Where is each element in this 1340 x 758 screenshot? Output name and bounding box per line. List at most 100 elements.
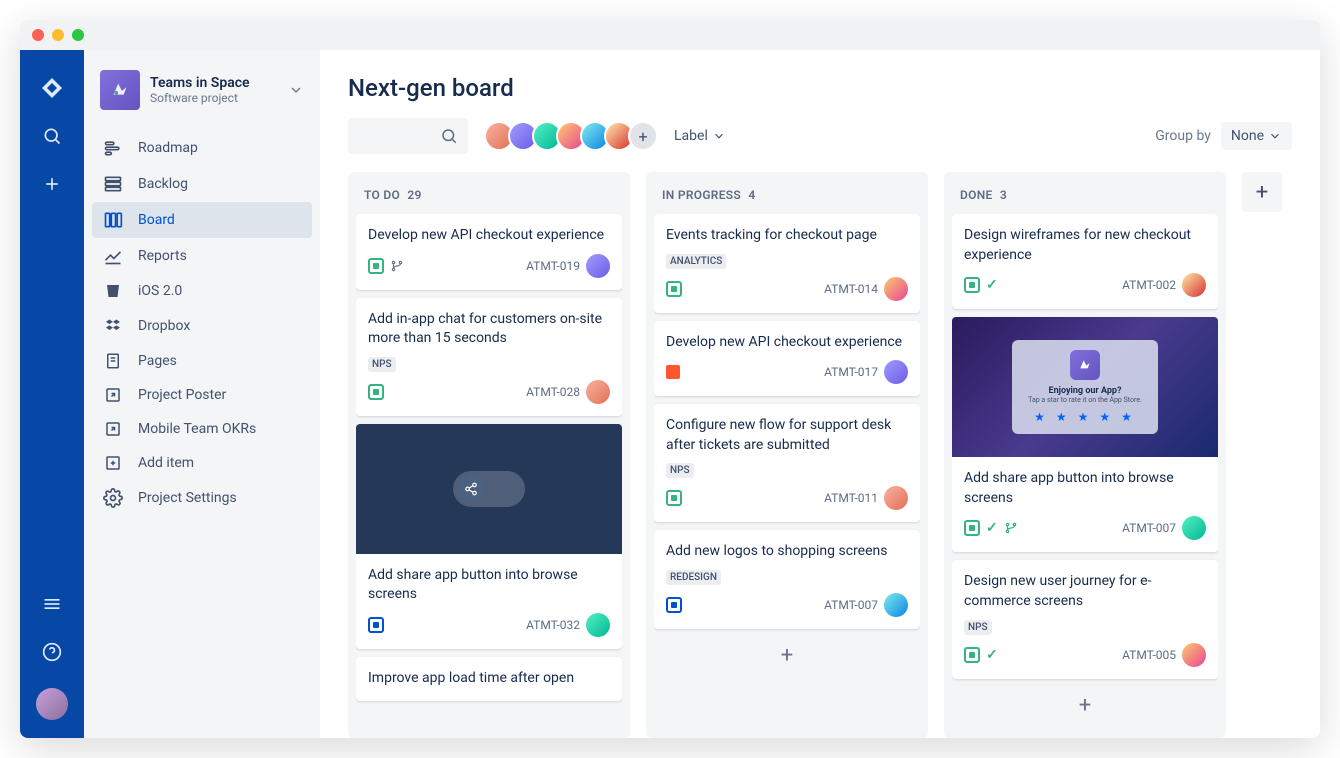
issue-card[interactable]: Configure new flow for support desk afte…	[654, 404, 920, 522]
card-key: ATMT-014	[824, 282, 878, 296]
sidebar-item-label: Dropbox	[138, 318, 190, 334]
card-cover-image: Enjoying our App? Tap a star to rate it …	[952, 317, 1218, 457]
assignee-avatar[interactable]	[884, 593, 908, 617]
assignee-avatar[interactable]	[586, 380, 610, 404]
menu-icon[interactable]	[32, 584, 72, 624]
window-minimize-button[interactable]	[52, 29, 64, 41]
issue-card[interactable]: Add new logos to shopping screens REDESI…	[654, 530, 920, 629]
card-key: ATMT-032	[526, 618, 580, 632]
sidebar-item-roadmap[interactable]: Roadmap	[92, 130, 312, 166]
card-title: Add share app button into browse screens	[368, 566, 610, 605]
sidebar-nav: Roadmap Backlog Board Reports iOS 2.0	[84, 126, 320, 520]
dropbox-icon	[102, 316, 124, 336]
gear-icon	[102, 488, 124, 508]
group-by-control: Group by None	[1155, 122, 1292, 150]
column-done: DONE 3 Design wireframes for new checkou…	[944, 172, 1226, 738]
global-nav-rail	[20, 50, 84, 738]
issue-card[interactable]: Improve app load time after open	[356, 657, 622, 701]
issue-card[interactable]: Design wireframes for new checkout exper…	[952, 214, 1218, 309]
story-type-icon	[368, 258, 384, 274]
column-header[interactable]: DONE 3	[952, 184, 1218, 214]
sidebar-item-board[interactable]: Board	[92, 202, 312, 238]
sidebar-item-ios[interactable]: iOS 2.0	[92, 274, 312, 308]
add-card-button[interactable]: +	[952, 687, 1218, 724]
product-logo-icon[interactable]	[32, 68, 72, 108]
user-avatar[interactable]	[36, 688, 68, 720]
sidebar-item-label: Project Poster	[138, 387, 226, 403]
assignee-avatar[interactable]	[586, 254, 610, 278]
column-header[interactable]: IN PROGRESS 4	[654, 184, 920, 214]
sidebar-item-dropbox[interactable]: Dropbox	[92, 308, 312, 344]
global-search-icon[interactable]	[32, 116, 72, 156]
group-by-select[interactable]: None	[1221, 122, 1292, 150]
card-title: Improve app load time after open	[368, 669, 610, 689]
window-maximize-button[interactable]	[72, 29, 84, 41]
rating-stars: ★ ★ ★ ★ ★	[1028, 410, 1142, 424]
help-icon[interactable]	[32, 632, 72, 672]
sidebar-item-project-poster[interactable]: Project Poster	[92, 378, 312, 412]
add-card-button[interactable]: +	[654, 637, 920, 674]
label-filter-button[interactable]: Label	[674, 128, 726, 144]
page-title: Next-gen board	[348, 74, 1292, 102]
search-input[interactable]	[348, 118, 468, 154]
issue-card[interactable]: Develop new API checkout experience ATMT…	[356, 214, 622, 290]
sidebar-item-pages[interactable]: Pages	[92, 344, 312, 378]
story-type-icon	[964, 520, 980, 536]
done-check-icon: ✓	[986, 647, 998, 663]
add-people-button[interactable]: +	[628, 121, 658, 151]
task-type-icon	[666, 597, 682, 613]
shortcut-icon	[102, 386, 124, 404]
card-key: ATMT-007	[1122, 521, 1176, 535]
card-title: Develop new API checkout experience	[666, 333, 908, 353]
sidebar-item-backlog[interactable]: Backlog	[92, 166, 312, 202]
story-type-icon	[964, 647, 980, 663]
assignee-avatar[interactable]	[586, 613, 610, 637]
card-key: ATMT-028	[526, 385, 580, 399]
card-label: ANALYTICS	[666, 254, 726, 269]
add-column-button[interactable]: +	[1242, 172, 1282, 212]
issue-card[interactable]: Add in-app chat for customers on-site mo…	[356, 298, 622, 416]
story-type-icon	[666, 490, 682, 506]
app-icon	[1070, 350, 1100, 380]
reports-icon	[102, 246, 124, 266]
board-icon	[102, 210, 124, 230]
card-title: Design new user journey for e-commerce s…	[964, 572, 1206, 611]
card-label: NPS	[964, 620, 992, 635]
story-type-icon	[964, 277, 980, 293]
card-label: REDESIGN	[666, 570, 721, 585]
assignee-avatar[interactable]	[1182, 273, 1206, 297]
assignee-avatar[interactable]	[1182, 516, 1206, 540]
chevron-down-icon	[712, 129, 726, 143]
sidebar-item-project-settings[interactable]: Project Settings	[92, 480, 312, 516]
window-titlebar	[20, 20, 1320, 50]
issue-card[interactable]: Enjoying our App? Tap a star to rate it …	[952, 317, 1218, 552]
rating-subtitle: Tap a star to rate it on the App Store.	[1028, 396, 1142, 404]
global-create-icon[interactable]	[32, 164, 72, 204]
assignee-avatar[interactable]	[884, 486, 908, 510]
issue-card[interactable]: Design new user journey for e-commerce s…	[952, 560, 1218, 678]
group-by-label: Group by	[1155, 128, 1211, 144]
sidebar-item-mobile-okrs[interactable]: Mobile Team OKRs	[92, 412, 312, 446]
sidebar-item-add-item[interactable]: Add item	[92, 446, 312, 480]
assignee-avatar[interactable]	[1182, 643, 1206, 667]
card-label: NPS	[666, 463, 694, 478]
project-type: Software project	[150, 91, 288, 105]
column-header[interactable]: TO DO 29	[356, 184, 622, 214]
issue-card[interactable]: Add share app button into browse screens…	[356, 424, 622, 649]
kanban-board: TO DO 29 Develop new API checkout experi…	[348, 172, 1292, 738]
assignee-avatar[interactable]	[884, 360, 908, 384]
sidebar-item-label: Pages	[138, 353, 177, 369]
issue-card[interactable]: Develop new API checkout experience ATMT…	[654, 321, 920, 397]
card-title: Events tracking for checkout page	[666, 226, 908, 246]
assignee-avatar[interactable]	[884, 277, 908, 301]
sidebar-item-label: Project Settings	[138, 490, 237, 506]
issue-card[interactable]: Events tracking for checkout page ANALYT…	[654, 214, 920, 313]
card-title: Add share app button into browse screens	[964, 469, 1206, 508]
window-close-button[interactable]	[32, 29, 44, 41]
project-switcher[interactable]: Teams in Space Software project	[84, 70, 320, 126]
card-key: ATMT-005	[1122, 648, 1176, 662]
shortcut-icon	[102, 420, 124, 438]
card-title: Add new logos to shopping screens	[666, 542, 908, 562]
sidebar-item-label: Add item	[138, 455, 194, 471]
sidebar-item-reports[interactable]: Reports	[92, 238, 312, 274]
